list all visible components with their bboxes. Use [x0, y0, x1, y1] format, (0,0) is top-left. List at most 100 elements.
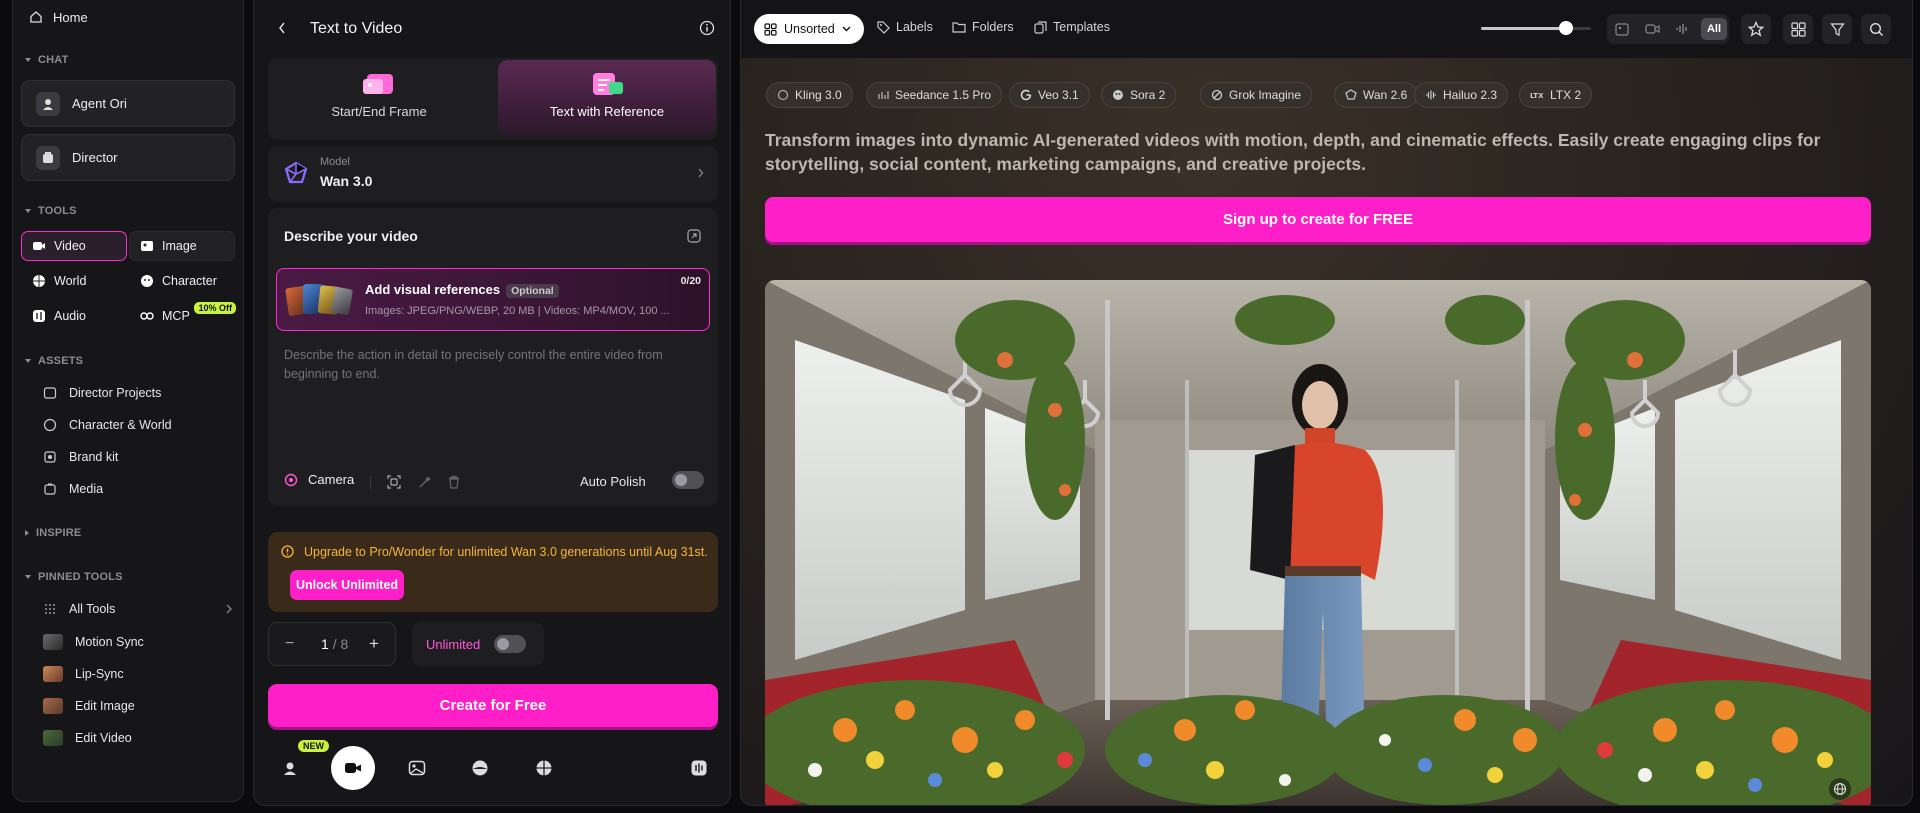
asset-media[interactable]: Media	[43, 482, 103, 496]
model-label: Model	[320, 156, 350, 168]
zoom-slider[interactable]	[1481, 21, 1591, 35]
link-icon	[140, 310, 154, 322]
templates-link[interactable]: Templates	[1034, 20, 1110, 34]
globe-icon[interactable]	[1829, 778, 1851, 800]
pinned-motion-sync[interactable]: Motion Sync	[43, 634, 144, 650]
chat-item-agent-ori[interactable]: Agent Ori	[21, 80, 235, 127]
prompt-input[interactable]	[276, 342, 710, 452]
ref-count: 0/20	[680, 275, 701, 287]
asset-character-world[interactable]: Character & World	[43, 418, 172, 432]
tool-label: Character	[162, 274, 217, 288]
tool-label: Audio	[54, 309, 86, 323]
create-button[interactable]: Create for Free	[268, 684, 718, 727]
auto-polish-toggle[interactable]	[672, 471, 704, 489]
zoom-slider-handle[interactable]	[1558, 21, 1573, 35]
model-chip-grok[interactable]: Grok Imagine	[1200, 82, 1313, 108]
add-visual-references[interactable]: Add visual references Optional Images: JP…	[276, 268, 710, 331]
pinned-label: Edit Image	[75, 699, 135, 713]
pinned-all-tools[interactable]: All Tools	[43, 602, 233, 616]
decrement-button[interactable]: −	[285, 635, 294, 653]
expand-icon[interactable]	[686, 228, 702, 244]
filter-button[interactable]	[1822, 14, 1852, 44]
gallery-toolbar: Unsorted Labels Folders Templates All	[741, 0, 1912, 58]
model-chip-hailuo[interactable]: Hailuo 2.3	[1414, 82, 1509, 108]
sidebar-item-home[interactable]: Home	[29, 6, 88, 28]
unlimited-toggle[interactable]	[494, 635, 526, 653]
favorites-button[interactable]	[1741, 14, 1771, 44]
tool-image-button[interactable]: Image	[129, 231, 235, 261]
signup-button[interactable]: Sign up to create for FREE	[765, 197, 1871, 242]
labels-link[interactable]: Labels	[877, 20, 933, 34]
tool-audio-button[interactable]: Audio	[21, 301, 127, 331]
preview-video-scene[interactable]	[765, 280, 1871, 805]
camera-button[interactable]: Camera	[284, 472, 354, 487]
model-chip-veo[interactable]: Veo 3.1	[1009, 82, 1090, 108]
unlimited-label: Unlimited	[426, 637, 481, 652]
scan-icon[interactable]	[387, 475, 401, 489]
section-assets[interactable]: ASSETS	[25, 355, 83, 367]
tool-mcp-button[interactable]: MCP 10% Off	[129, 301, 236, 331]
chat-item-label: Agent Ori	[72, 96, 127, 111]
section-pinned[interactable]: PINNED TOOLS	[25, 571, 123, 583]
filter-all-button[interactable]: All	[1701, 18, 1727, 40]
caret-down-icon	[25, 58, 31, 62]
section-tools[interactable]: TOOLS	[25, 205, 77, 217]
gallery: Unsorted Labels Folders Templates All Kl…	[740, 0, 1913, 806]
sora-icon	[1112, 89, 1124, 101]
sort-dropdown[interactable]: Unsorted	[754, 14, 864, 44]
pinned-label: Lip-Sync	[75, 667, 124, 681]
filter-audio-icon[interactable]	[1671, 18, 1693, 40]
magic-wand-icon[interactable]	[418, 475, 432, 489]
trash-icon[interactable]	[447, 475, 461, 489]
zoom-slider-fill	[1481, 27, 1566, 30]
model-selector[interactable]: Model Wan 3.0	[268, 146, 718, 202]
search-icon	[1869, 22, 1884, 37]
section-inspire[interactable]: INSPIRE	[25, 527, 81, 539]
increment-button[interactable]: +	[369, 634, 379, 654]
filter-image-icon[interactable]	[1611, 18, 1633, 40]
search-button[interactable]	[1861, 14, 1891, 44]
tab-text-with-reference[interactable]: Text with Reference	[498, 60, 716, 136]
asset-brand-kit[interactable]: Brand kit	[43, 450, 118, 464]
pinned-lip-sync[interactable]: Lip-Sync	[43, 666, 124, 682]
model-chip-seedance[interactable]: Seedance 1.5 Pro	[866, 82, 1003, 108]
pinned-edit-video[interactable]: Edit Video	[43, 730, 132, 746]
asset-director-projects[interactable]: Director Projects	[43, 386, 161, 400]
dock-audio[interactable]	[677, 746, 721, 790]
pinned-edit-image[interactable]: Edit Image	[43, 698, 135, 714]
tool-character-button[interactable]: Character	[129, 266, 235, 296]
model-chip-sora[interactable]: Sora 2	[1101, 82, 1177, 108]
dock-agent[interactable]: NEW	[268, 740, 329, 790]
folders-link[interactable]: Folders	[952, 20, 1014, 34]
caret-down-icon	[25, 209, 31, 213]
filter-video-icon[interactable]	[1641, 18, 1663, 40]
audio-icon	[690, 759, 708, 777]
lip-sync-thumbnail	[43, 666, 63, 682]
model-chip-wan[interactable]: Wan 2.6	[1334, 82, 1419, 108]
section-label: CHAT	[38, 54, 69, 66]
unlock-unlimited-button[interactable]: Unlock Unlimited	[290, 570, 404, 600]
generation-panel: Text to Video Start/End Frame Text with …	[253, 0, 731, 806]
chat-item-director[interactable]: Director	[21, 134, 235, 181]
back-icon[interactable]	[278, 22, 286, 34]
edit-video-thumbnail	[43, 730, 63, 746]
panel-header: Text to Video	[254, 16, 730, 42]
image-icon	[140, 240, 154, 252]
model-chip-kling[interactable]: Kling 3.0	[766, 82, 853, 108]
section-chat[interactable]: CHAT	[25, 54, 69, 66]
asset-label: Media	[69, 482, 104, 496]
dock-character[interactable]	[458, 746, 502, 790]
tool-world-button[interactable]: World	[21, 266, 127, 296]
world-icon	[32, 274, 46, 288]
tab-start-end-frame[interactable]: Start/End Frame	[270, 60, 488, 136]
dock-video[interactable]	[331, 746, 375, 790]
asset-label: Character & World	[69, 418, 172, 432]
dock-world[interactable]	[522, 746, 566, 790]
link-label: Folders	[972, 20, 1014, 34]
layout-button[interactable]	[1783, 14, 1813, 44]
info-icon[interactable]	[699, 20, 715, 36]
model-chip-ltx[interactable]: LTX LTX 2	[1519, 82, 1593, 108]
brand-icon	[43, 450, 57, 464]
dock-image[interactable]	[395, 746, 439, 790]
tool-video-button[interactable]: Video	[21, 231, 127, 261]
